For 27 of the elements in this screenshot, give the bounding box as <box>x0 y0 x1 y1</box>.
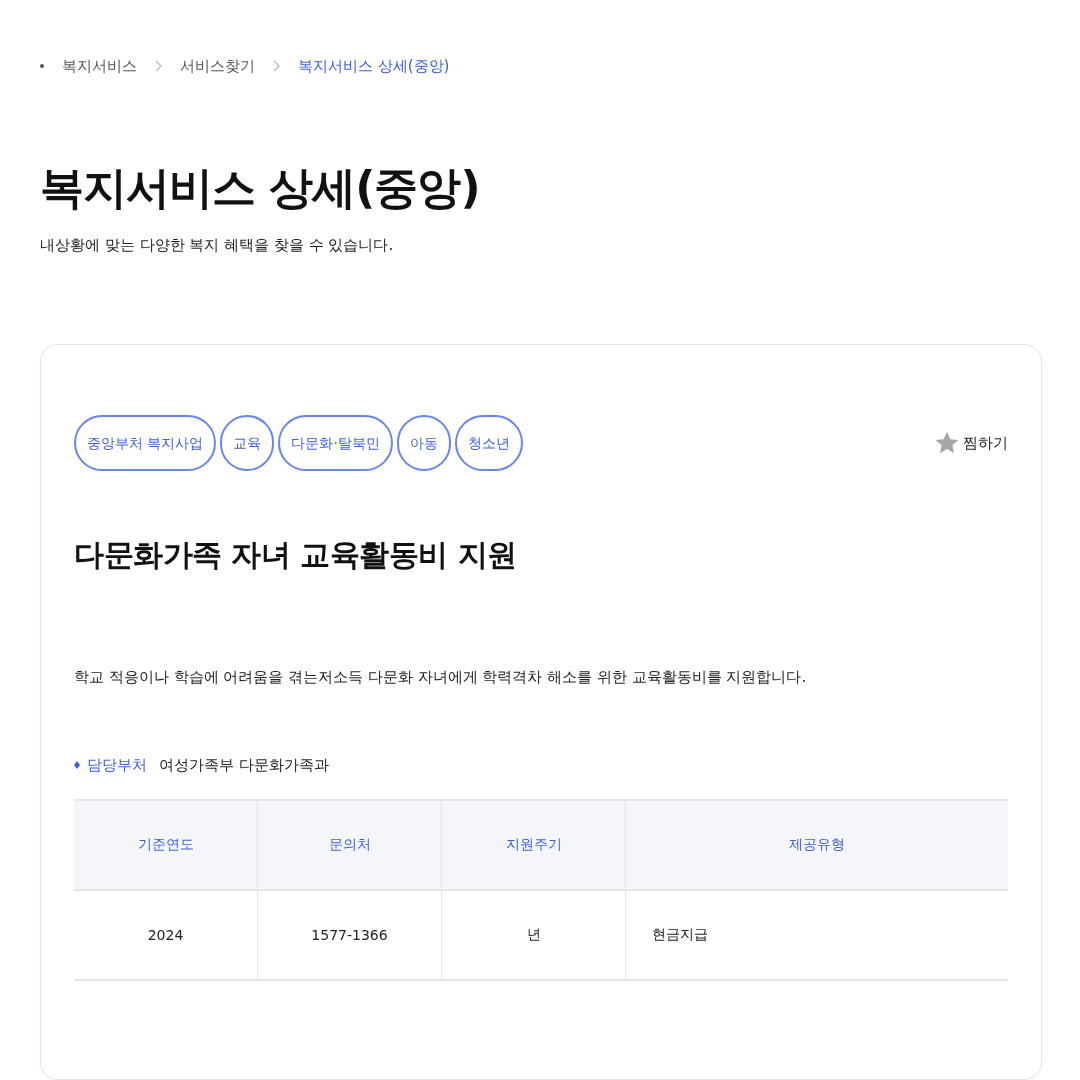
favorite-button[interactable]: 찜하기 <box>935 427 1008 459</box>
category-tag: 중앙부처 복지사업 <box>74 415 217 471</box>
table-cell: 년 <box>441 890 626 980</box>
category-tag: 청소년 <box>454 415 523 471</box>
breadcrumb-link[interactable]: 서비스찾기 <box>180 56 255 76</box>
chevron-icon <box>273 60 280 72</box>
category-tag: 다문화·탈북민 <box>278 415 393 471</box>
column-header: 제공유형 <box>625 800 1008 890</box>
breadcrumb-link[interactable]: 복지서비스 <box>62 56 137 76</box>
department-value: 여성가족부 다문화가족과 <box>159 755 329 776</box>
column-header: 기준연도 <box>74 800 258 890</box>
bullet-icon <box>40 64 44 68</box>
category-tag: 아동 <box>396 415 451 471</box>
page-subtitle: 내상황에 맞는 다양한 복지 혜택을 찾을 수 있습니다. <box>40 235 395 256</box>
category-tag: 교육 <box>220 415 275 471</box>
chevron-icon <box>155 60 162 72</box>
column-header: 문의처 <box>257 800 442 890</box>
service-description: 학교 적응이나 학습에 어려움을 겪는저소득 다문화 자녀에게 학력격차 해소를 위한 교육활동비를 지원합니다. <box>74 667 808 688</box>
column-header: 지원주기 <box>441 800 626 890</box>
diamond-icon <box>74 761 80 769</box>
department-label: 담당부처 <box>87 755 147 776</box>
table-cell: 현금지급 <box>625 890 1008 980</box>
table-cell: 2024 <box>74 890 258 980</box>
service-title: 다문화가족 자녀 교육활동비 지원 <box>74 536 518 574</box>
table-cell: 1577-1366 <box>257 890 442 980</box>
page-title: 복지서비스 상세(중앙) <box>40 161 481 215</box>
breadcrumb-link[interactable]: 복지서비스 상세(중앙) <box>298 56 450 76</box>
